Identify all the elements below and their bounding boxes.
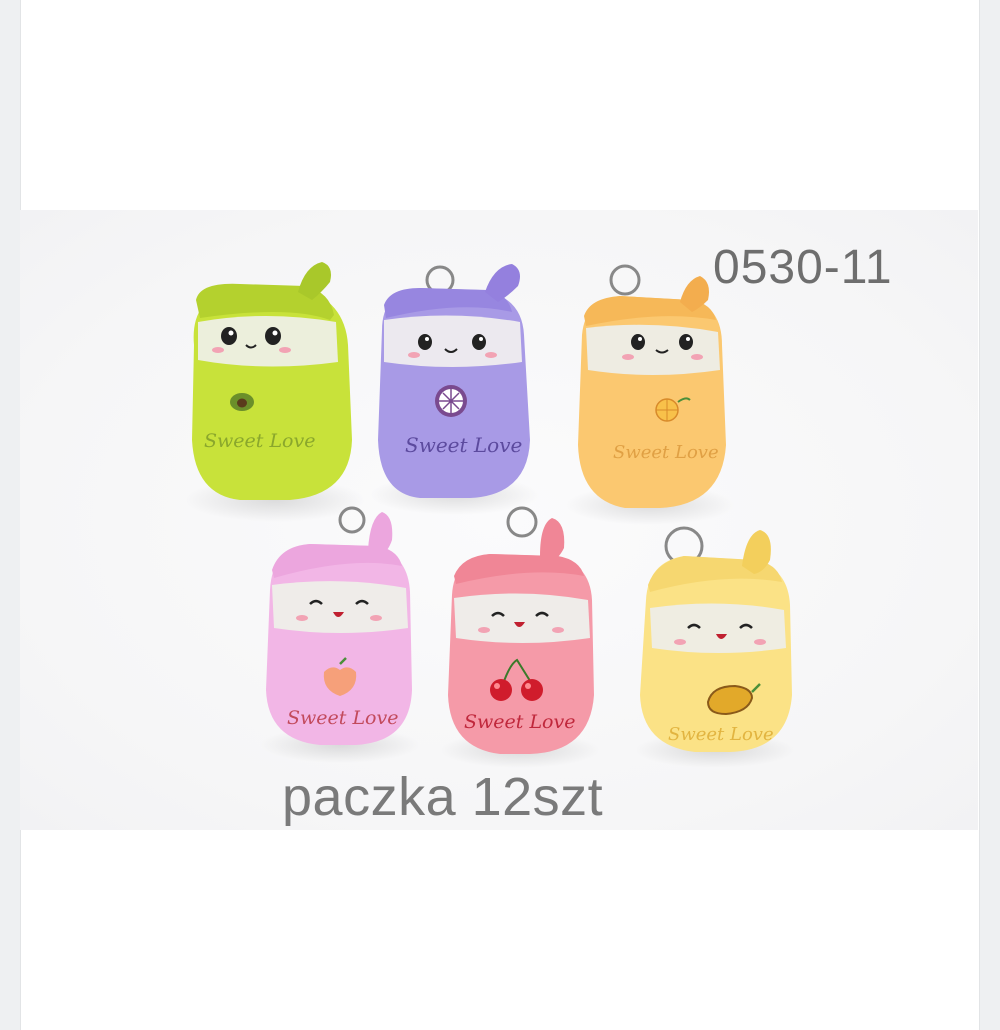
keyring-icon [506, 506, 538, 538]
plush-mangosteen: Sweet Love [370, 264, 540, 515]
straw-icon [298, 262, 331, 300]
plush-avocado: Sweet Love [185, 262, 365, 522]
product-code: 0530-11 [713, 241, 893, 294]
mangosteen-slice-icon [435, 385, 467, 417]
plush-keychains-photo: Sweet Love Sweet Love Sweet Love Sweet L… [185, 262, 795, 768]
sweet-love-embroidery-3: Sweet Love [613, 442, 719, 463]
plush-orange: Sweet Love [565, 264, 735, 525]
straw-icon [368, 512, 393, 556]
avocado-icon [230, 393, 254, 411]
plush-peach: Sweet Love [260, 506, 420, 763]
keyring-icon [609, 264, 641, 296]
plush-cherry: Sweet Love [440, 506, 600, 768]
sweet-love-embroidery-5: Sweet Love [464, 711, 575, 733]
sweet-love-embroidery-2: Sweet Love [405, 433, 522, 457]
sweet-love-embroidery-4: Sweet Love [287, 707, 398, 729]
straw-icon [540, 518, 565, 562]
sweet-love-embroidery-1: Sweet Love [204, 430, 315, 452]
plush-mango: Sweet Love [635, 526, 795, 768]
sweet-love-embroidery-6: Sweet Love [668, 724, 774, 745]
keyring-icon [338, 506, 366, 534]
package-caption: paczka 12szt [282, 767, 604, 827]
